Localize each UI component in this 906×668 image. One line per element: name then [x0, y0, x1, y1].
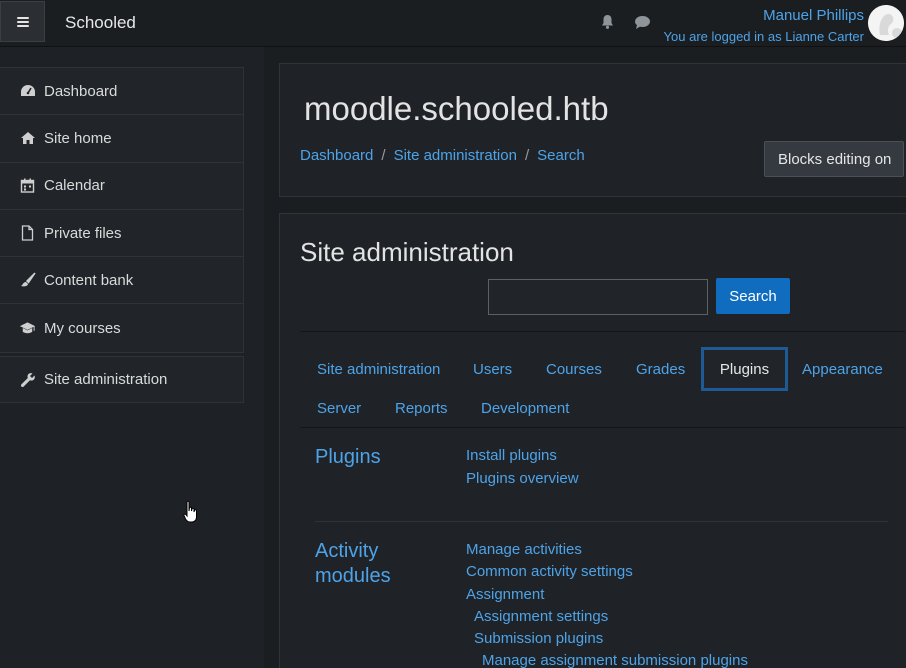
assignment-link[interactable]: Assignment [466, 586, 544, 603]
dashboard-icon [19, 83, 36, 100]
manage-activities-link[interactable]: Manage activities [466, 541, 582, 558]
submission-plugins-link[interactable]: Submission plugins [474, 630, 603, 647]
menu-toggle-button[interactable] [0, 1, 45, 42]
breadcrumb-separator: / [381, 147, 386, 164]
manage-assignment-submission-plugins-link[interactable]: Manage assignment submission plugins [482, 652, 748, 668]
breadcrumb-site-administration-link[interactable]: Site administration [394, 147, 517, 164]
sidebar-item-label: Content bank [44, 271, 134, 289]
breadcrumb-search-link[interactable]: Search [537, 147, 585, 164]
file-icon [19, 225, 36, 242]
user-avatar[interactable] [868, 5, 904, 41]
tab-plugins[interactable]: Plugins [701, 347, 788, 391]
category-divider [315, 521, 888, 522]
sidebar-item-label: Site home [44, 129, 112, 147]
graduation-cap-icon [19, 320, 36, 337]
tab-server[interactable]: Server [317, 400, 361, 417]
sidebar-item-my-courses[interactable]: My courses [0, 304, 243, 351]
tab-grades[interactable]: Grades [636, 361, 685, 378]
page-header-panel: moodle.schooled.htb Dashboard / Site adm… [279, 63, 906, 197]
blocks-editing-on-button[interactable]: Blocks editing on [764, 141, 904, 177]
breadcrumb-dashboard-link[interactable]: Dashboard [300, 147, 373, 164]
messages-chat-icon[interactable] [634, 14, 651, 35]
top-navbar: Schooled Manuel Phillips You are logged … [0, 0, 906, 47]
sidebar-item-label: Private files [44, 224, 122, 242]
sidebar-item-calendar[interactable]: Calendar [0, 163, 243, 210]
tabs-bottom-divider [300, 427, 905, 428]
left-sidebar: Dashboard Site home Calendar Private fil… [0, 47, 264, 668]
avatar-silhouette-icon [868, 5, 904, 41]
tab-site-administration[interactable]: Site administration [317, 361, 440, 378]
sidebar-item-dashboard[interactable]: Dashboard [0, 68, 243, 116]
category-title-line: Activity [315, 540, 379, 562]
logged-in-as-text[interactable]: You are logged in as Lianne Carter [664, 29, 864, 44]
sidebar-item-content-bank[interactable]: Content bank [0, 257, 243, 305]
search-button[interactable]: Search [716, 278, 790, 314]
sidebar-item-label: Site administration [44, 371, 168, 388]
install-plugins-link[interactable]: Install plugins [466, 447, 557, 464]
sidebar-item-site-home[interactable]: Site home [0, 115, 243, 163]
tab-users[interactable]: Users [473, 361, 512, 378]
tab-reports[interactable]: Reports [395, 400, 448, 417]
wrench-icon [19, 371, 36, 388]
category-title-line: modules [315, 565, 391, 587]
site-brand[interactable]: Schooled [65, 13, 136, 33]
sidebar-item-label: Calendar [44, 177, 105, 195]
calendar-icon [19, 177, 36, 194]
sidebar-item-label: Dashboard [44, 82, 118, 100]
category-title-plugins[interactable]: Plugins [315, 445, 381, 470]
hand-cursor-icon [183, 500, 199, 529]
breadcrumb-separator: / [524, 147, 530, 164]
assignment-settings-link[interactable]: Assignment settings [474, 608, 608, 625]
sidebar-nav-group: Dashboard Site home Calendar Private fil… [0, 67, 244, 353]
hamburger-icon [16, 16, 29, 27]
sidebar-item-site-administration[interactable]: Site administration [0, 357, 243, 402]
site-admin-content-panel: Site administration Search Site administ… [279, 213, 906, 668]
user-name-link[interactable]: Manuel Phillips [763, 7, 864, 24]
breadcrumb: Dashboard / Site administration / Search [300, 147, 585, 164]
tab-appearance[interactable]: Appearance [802, 361, 883, 378]
sidebar-item-private-files[interactable]: Private files [0, 210, 243, 258]
notifications-bell-icon[interactable] [600, 14, 615, 35]
category-title-activity-modules[interactable]: Activity modules [315, 539, 391, 589]
admin-search-input[interactable] [488, 279, 708, 315]
plugins-overview-link[interactable]: Plugins overview [466, 470, 579, 487]
tab-courses[interactable]: Courses [546, 361, 602, 378]
page-title: moodle.schooled.htb [304, 90, 609, 127]
home-icon [19, 130, 36, 147]
tab-development[interactable]: Development [481, 400, 569, 417]
common-activity-settings-link[interactable]: Common activity settings [466, 563, 633, 580]
brush-icon [19, 272, 36, 289]
tabs-divider [300, 331, 905, 332]
sidebar-admin-group: Site administration [0, 356, 244, 403]
section-heading: Site administration [300, 237, 514, 267]
sidebar-item-label: My courses [44, 319, 121, 337]
